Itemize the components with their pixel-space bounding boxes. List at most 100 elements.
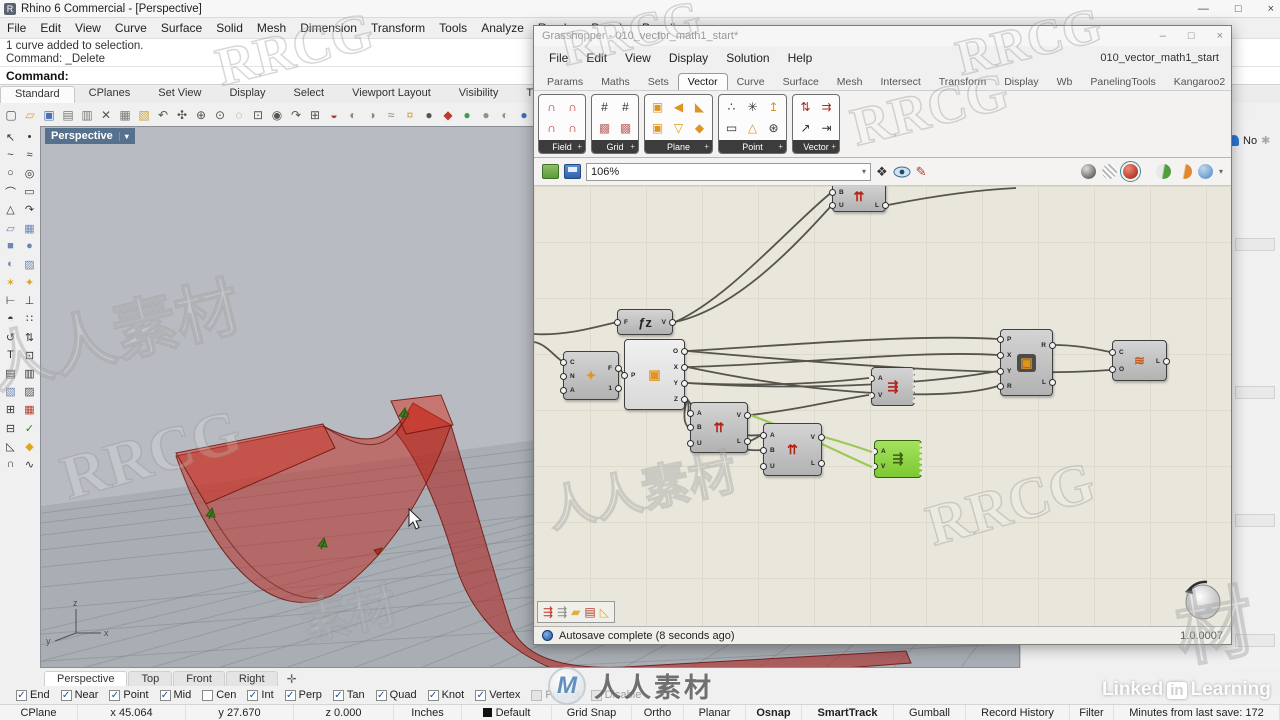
sphere-icon[interactable]: ● xyxy=(20,237,39,255)
status-default[interactable]: Default xyxy=(462,705,552,720)
wire[interactable] xyxy=(674,204,833,323)
notebook-icon[interactable]: ▤ xyxy=(584,605,595,619)
close-button[interactable]: × xyxy=(1268,3,1274,15)
plane-origin-icon[interactable]: ◣ xyxy=(689,96,710,117)
viewport-tab-top[interactable]: Top xyxy=(128,671,173,686)
wire[interactable] xyxy=(534,341,564,363)
output-port-L[interactable] xyxy=(818,460,825,467)
explode-icon[interactable]: ✶ xyxy=(1,274,20,292)
maximize-button[interactable]: □ xyxy=(1235,3,1242,15)
distribute-icon[interactable]: ▥ xyxy=(20,364,39,382)
menu-edit[interactable]: Edit xyxy=(33,21,68,35)
minimize-button[interactable]: – xyxy=(1160,30,1166,42)
circle-icon[interactable]: ○ xyxy=(1,164,20,182)
menu-dimension[interactable]: Dimension xyxy=(293,21,364,35)
pull-point-icon[interactable]: ↥ xyxy=(763,96,784,117)
checkbox-point[interactable]: ✓ xyxy=(109,689,121,701)
rectangle-icon[interactable]: ▭ xyxy=(20,183,39,201)
checkbox-cen[interactable] xyxy=(202,689,214,701)
minimize-button[interactable]: — xyxy=(1198,3,1209,15)
sort-points-icon[interactable]: ⊛ xyxy=(763,117,784,138)
adjust-plane-icon[interactable]: ▣ xyxy=(647,96,668,117)
panel-row[interactable] xyxy=(1235,238,1275,251)
status-planar[interactable]: Planar xyxy=(684,705,746,720)
node-vector-2pt-b[interactable]: ⇈ A B U V L xyxy=(760,423,825,476)
wireframe-gem-icon[interactable] xyxy=(1101,164,1117,179)
expand-group-icon[interactable]: + xyxy=(577,142,582,151)
document-preview-gem-icon[interactable] xyxy=(1176,164,1192,179)
expand-group-icon[interactable]: + xyxy=(778,142,783,151)
surface-points-icon[interactable]: ▦ xyxy=(20,219,39,237)
viewport-tab-front[interactable]: Front xyxy=(173,671,225,686)
input-port-O[interactable] xyxy=(1109,366,1116,373)
node-unit-z[interactable]: ƒz F V xyxy=(614,309,676,335)
input-port-A[interactable] xyxy=(687,410,694,417)
grasshopper-titlebar[interactable]: Grasshopper - 010_vector_math1_start* – … xyxy=(534,26,1231,46)
populate-2d-icon[interactable]: ▩ xyxy=(594,117,615,138)
output-port-F[interactable] xyxy=(615,365,622,372)
status-record-history[interactable]: Record History xyxy=(966,705,1070,720)
osnap-disable[interactable]: Disable xyxy=(590,689,641,701)
palette-group-label[interactable]: Field + xyxy=(539,140,585,153)
menu-tools[interactable]: Tools xyxy=(432,21,474,35)
zoom-extents-icon[interactable]: ❖ xyxy=(876,164,888,180)
input-port-A[interactable] xyxy=(560,387,567,394)
rebuild-icon[interactable]: ⇅ xyxy=(20,328,39,346)
half-sphere-icon[interactable]: ◐ xyxy=(496,105,514,124)
expand-group-icon[interactable]: + xyxy=(704,142,709,151)
zoom-level-dropdown[interactable]: 106% ▾ xyxy=(586,162,871,181)
gh-tab-kangaroo2[interactable]: Kangaroo2 xyxy=(1165,74,1234,90)
point-icon[interactable]: • xyxy=(20,128,39,146)
status-y-27-670[interactable]: y 27.670 xyxy=(186,705,294,720)
dot-icon[interactable]: ⊡ xyxy=(20,346,39,364)
zoom-icon[interactable]: ⊙ xyxy=(211,105,229,124)
gh-menu-solution[interactable]: Solution xyxy=(717,51,778,65)
no-preview-gem-icon[interactable] xyxy=(1080,164,1096,179)
lasso-icon[interactable]: ≈ xyxy=(382,105,400,124)
surface-icon[interactable]: ▱ xyxy=(1,219,20,237)
canvas-compass-widget[interactable] xyxy=(1181,578,1225,622)
node-offset-component[interactable]: ≋ C O L xyxy=(1109,340,1170,381)
output-port-R[interactable] xyxy=(1049,342,1056,349)
print-icon[interactable]: ▤ xyxy=(59,105,77,124)
status-grid-snap[interactable]: Grid Snap xyxy=(552,705,632,720)
status-cplane[interactable]: CPlane xyxy=(0,705,78,720)
gh-tab-curve[interactable]: Curve xyxy=(728,74,774,90)
gh-tab-transform[interactable]: Transform xyxy=(930,74,995,90)
field-line-icon[interactable]: ∩ xyxy=(541,96,562,117)
node-rectangle-component[interactable]: ▣ P X Y R R L xyxy=(997,329,1056,396)
menu-solid[interactable]: Solid xyxy=(209,21,250,35)
checkbox-near[interactable]: ✓ xyxy=(60,689,72,701)
amplitude-icon[interactable]: ⇥ xyxy=(816,117,837,138)
array-icon[interactable]: ⊞ xyxy=(1,401,20,419)
ellipse-icon[interactable]: ◎ xyxy=(20,164,39,182)
gray-sphere-icon[interactable]: ● xyxy=(477,105,495,124)
unit-vector-icon[interactable]: ↗ xyxy=(795,117,816,138)
expand-group-icon[interactable]: + xyxy=(630,142,635,151)
panel-row[interactable] xyxy=(1235,386,1275,399)
gh-menu-view[interactable]: View xyxy=(616,51,660,65)
osnap-end[interactable]: ✓ End xyxy=(16,689,50,701)
checkbox-knot[interactable]: ✓ xyxy=(427,689,439,701)
field-spin-icon[interactable]: ∩ xyxy=(541,117,562,138)
wave-icon[interactable]: ∿ xyxy=(20,455,39,473)
input-port-F[interactable] xyxy=(614,319,621,326)
palette-group-label[interactable]: Plane + xyxy=(645,140,712,153)
status-x-45-064[interactable]: x 45.064 xyxy=(78,705,186,720)
rectangular-grid-icon[interactable]: # xyxy=(594,96,615,117)
gh-tab-intersect[interactable]: Intersect xyxy=(871,74,929,90)
gh-menu-file[interactable]: File xyxy=(540,51,577,65)
undo-icon[interactable]: ↶ xyxy=(154,105,172,124)
magnet-icon[interactable]: ∩ xyxy=(1,455,20,473)
open-file-icon[interactable]: ▱ xyxy=(21,105,39,124)
vector-2pt-icon[interactable]: ⇅ xyxy=(795,96,816,117)
gh-tab-panelingtools[interactable]: PanelingTools xyxy=(1081,74,1164,90)
output-port-X[interactable] xyxy=(681,364,688,371)
fillet-icon[interactable]: ✦ xyxy=(20,274,39,292)
status-z-0-000[interactable]: z 0.000 xyxy=(294,705,394,720)
toolbar-tab-set-view[interactable]: Set View xyxy=(144,86,215,103)
gold-gem-icon[interactable]: ◆ xyxy=(20,437,39,455)
gh-menu-display[interactable]: Display xyxy=(660,51,717,65)
copy-to-clipboard-icon[interactable]: ▥ xyxy=(78,105,96,124)
output-port-L[interactable] xyxy=(882,202,889,209)
